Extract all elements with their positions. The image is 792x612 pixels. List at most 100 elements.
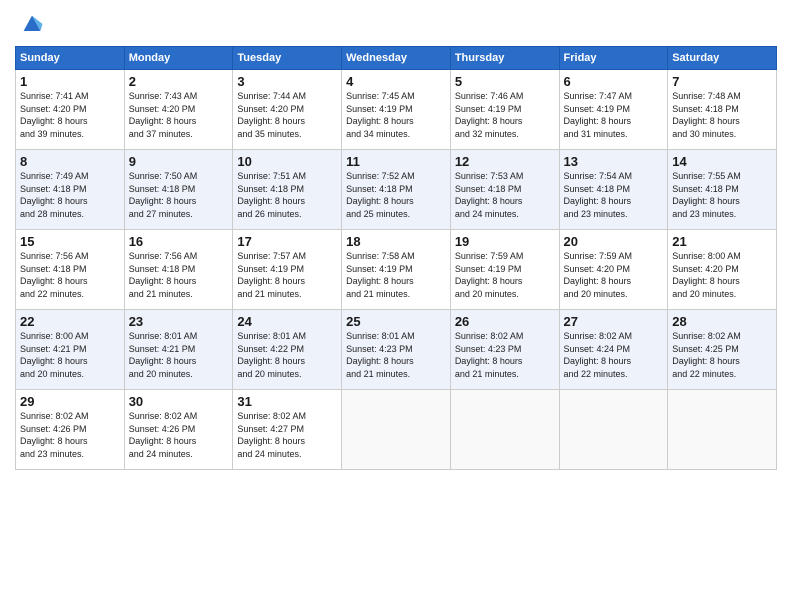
header-monday: Monday: [124, 47, 233, 70]
day-cell: 26Sunrise: 8:02 AM Sunset: 4:23 PM Dayli…: [450, 310, 559, 390]
header: [15, 10, 777, 38]
day-cell: 6Sunrise: 7:47 AM Sunset: 4:19 PM Daylig…: [559, 70, 668, 150]
day-detail: Sunrise: 8:01 AM Sunset: 4:22 PM Dayligh…: [237, 330, 337, 380]
header-friday: Friday: [559, 47, 668, 70]
day-number: 12: [455, 154, 555, 169]
day-detail: Sunrise: 7:44 AM Sunset: 4:20 PM Dayligh…: [237, 90, 337, 140]
day-cell: 25Sunrise: 8:01 AM Sunset: 4:23 PM Dayli…: [342, 310, 451, 390]
day-detail: Sunrise: 7:59 AM Sunset: 4:19 PM Dayligh…: [455, 250, 555, 300]
day-number: 28: [672, 314, 772, 329]
day-number: 18: [346, 234, 446, 249]
day-detail: Sunrise: 7:56 AM Sunset: 4:18 PM Dayligh…: [129, 250, 229, 300]
day-number: 7: [672, 74, 772, 89]
day-detail: Sunrise: 7:43 AM Sunset: 4:20 PM Dayligh…: [129, 90, 229, 140]
day-cell: 18Sunrise: 7:58 AM Sunset: 4:19 PM Dayli…: [342, 230, 451, 310]
day-cell: [668, 390, 777, 470]
day-number: 3: [237, 74, 337, 89]
day-number: 14: [672, 154, 772, 169]
day-number: 21: [672, 234, 772, 249]
logo-icon: [18, 10, 46, 38]
day-detail: Sunrise: 8:02 AM Sunset: 4:26 PM Dayligh…: [20, 410, 120, 460]
day-detail: Sunrise: 7:53 AM Sunset: 4:18 PM Dayligh…: [455, 170, 555, 220]
day-cell: 31Sunrise: 8:02 AM Sunset: 4:27 PM Dayli…: [233, 390, 342, 470]
day-cell: 19Sunrise: 7:59 AM Sunset: 4:19 PM Dayli…: [450, 230, 559, 310]
day-number: 9: [129, 154, 229, 169]
day-cell: 29Sunrise: 8:02 AM Sunset: 4:26 PM Dayli…: [16, 390, 125, 470]
day-number: 17: [237, 234, 337, 249]
day-cell: 11Sunrise: 7:52 AM Sunset: 4:18 PM Dayli…: [342, 150, 451, 230]
day-detail: Sunrise: 7:51 AM Sunset: 4:18 PM Dayligh…: [237, 170, 337, 220]
day-number: 11: [346, 154, 446, 169]
day-number: 29: [20, 394, 120, 409]
day-cell: 4Sunrise: 7:45 AM Sunset: 4:19 PM Daylig…: [342, 70, 451, 150]
week-row-2: 8Sunrise: 7:49 AM Sunset: 4:18 PM Daylig…: [16, 150, 777, 230]
day-number: 5: [455, 74, 555, 89]
week-row-4: 22Sunrise: 8:00 AM Sunset: 4:21 PM Dayli…: [16, 310, 777, 390]
day-detail: Sunrise: 7:59 AM Sunset: 4:20 PM Dayligh…: [564, 250, 664, 300]
day-number: 24: [237, 314, 337, 329]
day-detail: Sunrise: 8:01 AM Sunset: 4:23 PM Dayligh…: [346, 330, 446, 380]
day-cell: 3Sunrise: 7:44 AM Sunset: 4:20 PM Daylig…: [233, 70, 342, 150]
day-cell: 17Sunrise: 7:57 AM Sunset: 4:19 PM Dayli…: [233, 230, 342, 310]
page: SundayMondayTuesdayWednesdayThursdayFrid…: [0, 0, 792, 612]
day-detail: Sunrise: 7:50 AM Sunset: 4:18 PM Dayligh…: [129, 170, 229, 220]
day-number: 6: [564, 74, 664, 89]
day-number: 16: [129, 234, 229, 249]
day-cell: 21Sunrise: 8:00 AM Sunset: 4:20 PM Dayli…: [668, 230, 777, 310]
day-detail: Sunrise: 8:02 AM Sunset: 4:26 PM Dayligh…: [129, 410, 229, 460]
day-cell: 8Sunrise: 7:49 AM Sunset: 4:18 PM Daylig…: [16, 150, 125, 230]
day-number: 20: [564, 234, 664, 249]
day-number: 10: [237, 154, 337, 169]
day-detail: Sunrise: 8:02 AM Sunset: 4:23 PM Dayligh…: [455, 330, 555, 380]
day-number: 26: [455, 314, 555, 329]
day-detail: Sunrise: 7:58 AM Sunset: 4:19 PM Dayligh…: [346, 250, 446, 300]
day-detail: Sunrise: 7:48 AM Sunset: 4:18 PM Dayligh…: [672, 90, 772, 140]
day-detail: Sunrise: 7:46 AM Sunset: 4:19 PM Dayligh…: [455, 90, 555, 140]
day-cell: 15Sunrise: 7:56 AM Sunset: 4:18 PM Dayli…: [16, 230, 125, 310]
day-cell: [342, 390, 451, 470]
week-row-3: 15 Sunrise: 7:56 AM Sunset: 4:18 PM Dayli…: [16, 230, 777, 310]
header-sunday: Sunday: [16, 47, 125, 70]
day-detail: Sunrise: 7:49 AM Sunset: 4:18 PM Dayligh…: [20, 170, 120, 220]
day-detail: Sunrise: 8:02 AM Sunset: 4:25 PM Dayligh…: [672, 330, 772, 380]
day-number: 23: [129, 314, 229, 329]
day-number: 27: [564, 314, 664, 329]
calendar-header-row: SundayMondayTuesdayWednesdayThursdayFrid…: [16, 47, 777, 70]
day-detail: Sunrise: 8:02 AM Sunset: 4:24 PM Dayligh…: [564, 330, 664, 380]
header-tuesday: Tuesday: [233, 47, 342, 70]
day-detail: Sunrise: 8:00 AM Sunset: 4:21 PM Dayligh…: [20, 330, 120, 380]
day-number: 31: [237, 394, 337, 409]
day-cell: 12Sunrise: 7:53 AM Sunset: 4:18 PM Dayli…: [450, 150, 559, 230]
day-cell: 14Sunrise: 7:55 AM Sunset: 4:18 PM Dayli…: [668, 150, 777, 230]
day-number: 15: [20, 234, 120, 249]
day-number: 8: [20, 154, 120, 169]
day-number: 1: [20, 74, 120, 89]
day-cell: [559, 390, 668, 470]
day-detail: Sunrise: 8:00 AM Sunset: 4:20 PM Dayligh…: [672, 250, 772, 300]
day-detail: Sunrise: 7:41 AM Sunset: 4:20 PM Dayligh…: [20, 90, 120, 140]
day-cell: 16Sunrise: 7:56 AM Sunset: 4:18 PM Dayli…: [124, 230, 233, 310]
day-cell: 30Sunrise: 8:02 AM Sunset: 4:26 PM Dayli…: [124, 390, 233, 470]
day-cell: 23Sunrise: 8:01 AM Sunset: 4:21 PM Dayli…: [124, 310, 233, 390]
day-detail: Sunrise: 7:45 AM Sunset: 4:19 PM Dayligh…: [346, 90, 446, 140]
day-number: 4: [346, 74, 446, 89]
day-detail: Sunrise: 7:52 AM Sunset: 4:18 PM Dayligh…: [346, 170, 446, 220]
day-cell: 24Sunrise: 8:01 AM Sunset: 4:22 PM Dayli…: [233, 310, 342, 390]
day-cell: 2Sunrise: 7:43 AM Sunset: 4:20 PM Daylig…: [124, 70, 233, 150]
day-number: 13: [564, 154, 664, 169]
day-detail: Sunrise: 8:02 AM Sunset: 4:27 PM Dayligh…: [237, 410, 337, 460]
day-detail: Sunrise: 8:01 AM Sunset: 4:21 PM Dayligh…: [129, 330, 229, 380]
day-cell: 5Sunrise: 7:46 AM Sunset: 4:19 PM Daylig…: [450, 70, 559, 150]
day-cell: 1Sunrise: 7:41 AM Sunset: 4:20 PM Daylig…: [16, 70, 125, 150]
day-number: 30: [129, 394, 229, 409]
header-saturday: Saturday: [668, 47, 777, 70]
header-wednesday: Wednesday: [342, 47, 451, 70]
day-cell: 10Sunrise: 7:51 AM Sunset: 4:18 PM Dayli…: [233, 150, 342, 230]
day-cell: [450, 390, 559, 470]
header-thursday: Thursday: [450, 47, 559, 70]
day-cell: 20Sunrise: 7:59 AM Sunset: 4:20 PM Dayli…: [559, 230, 668, 310]
day-cell: 13Sunrise: 7:54 AM Sunset: 4:18 PM Dayli…: [559, 150, 668, 230]
day-cell: 22Sunrise: 8:00 AM Sunset: 4:21 PM Dayli…: [16, 310, 125, 390]
calendar-table: SundayMondayTuesdayWednesdayThursdayFrid…: [15, 46, 777, 470]
day-number: 2: [129, 74, 229, 89]
